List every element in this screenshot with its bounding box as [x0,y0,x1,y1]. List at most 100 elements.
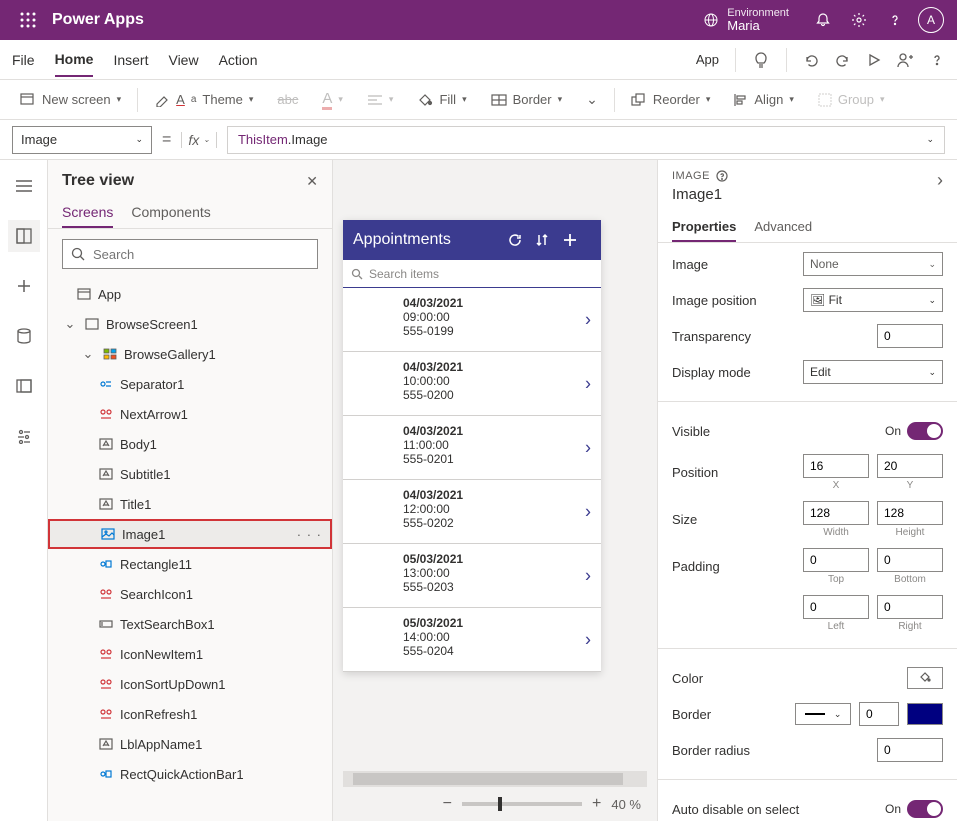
expand-toolbar-icon[interactable]: ⌄ [578,87,606,112]
undo-icon[interactable] [803,52,819,68]
tab-screens[interactable]: Screens [62,198,113,228]
tree-node-title1[interactable]: Title1 [48,489,332,519]
tree-node-nextarrow1[interactable]: NextArrow1 [48,399,332,429]
fx-icon[interactable]: fx⌄ [181,132,217,148]
padding-top-input[interactable] [803,548,869,572]
padding-left-input[interactable] [803,595,869,619]
list-item[interactable]: 05/03/202113:00:00555-0203› [343,544,601,608]
sort-icon[interactable] [535,233,563,247]
search-items-input[interactable]: Search items [343,260,601,288]
chevron-down-icon[interactable]: ⌄ [80,346,96,362]
tree-search[interactable] [62,239,318,269]
environment-picker[interactable]: Environment Maria [687,7,805,33]
chevron-down-icon[interactable]: ⌄ [62,316,78,332]
tree-node-iconnewitem1[interactable]: IconNewItem1 [48,639,332,669]
menu-file[interactable]: File [12,44,35,76]
width-input[interactable] [803,501,869,525]
visible-toggle[interactable] [907,422,943,440]
more-icon[interactable]: · · · [297,527,322,542]
tree-node-searchicon1[interactable]: SearchIcon1 [48,579,332,609]
align-button[interactable]: Align▾ [726,88,801,111]
border-width-input[interactable] [859,702,899,726]
data-icon[interactable] [8,320,40,352]
tools-icon[interactable] [8,420,40,452]
list-item[interactable]: 04/03/202109:00:00555-0199› [343,288,601,352]
avatar[interactable]: A [913,0,949,40]
display-mode-select[interactable]: Edit⌄ [803,360,943,384]
tree-node-rectquickactionbar1[interactable]: RectQuickActionBar1 [48,759,332,789]
tree-view-icon[interactable] [8,220,40,252]
menu-action[interactable]: Action [219,44,258,76]
new-screen-button[interactable]: New screen▾ [12,88,129,111]
chevron-right-icon[interactable]: › [937,170,943,191]
tree-node-app[interactable]: App [48,279,332,309]
checker-icon[interactable] [752,51,770,69]
chevron-right-icon[interactable]: › [585,629,591,650]
chevron-right-icon[interactable]: › [585,309,591,330]
tree-node-textsearchbox1[interactable]: TextSearchBox1 [48,609,332,639]
theme-button[interactable]: Aa Theme▾ [146,88,261,111]
reorder-button[interactable]: Reorder▾ [623,88,719,111]
border-button[interactable]: Border▾ [483,88,571,111]
chevron-right-icon[interactable]: › [585,565,591,586]
position-x-input[interactable] [803,454,869,478]
share-icon[interactable] [897,52,913,68]
tab-properties[interactable]: Properties [672,215,736,242]
border-color-swatch[interactable] [907,703,943,725]
insert-icon[interactable] [8,270,40,302]
padding-bottom-input[interactable] [877,548,943,572]
autodisable-toggle[interactable] [907,800,943,818]
app-button[interactable]: App [696,52,719,67]
menu-view[interactable]: View [168,44,198,76]
border-style-select[interactable]: ⌄ [795,703,851,725]
list-item[interactable]: 04/03/202110:00:00555-0200› [343,352,601,416]
transparency-input[interactable] [877,324,943,348]
waffle-icon[interactable] [8,12,48,28]
border-radius-input[interactable] [877,738,943,762]
tab-components[interactable]: Components [131,198,210,228]
chevron-right-icon[interactable]: › [585,437,591,458]
horizontal-scrollbar[interactable] [343,771,647,787]
tree-node-iconrefresh1[interactable]: IconRefresh1 [48,699,332,729]
zoom-out-button[interactable]: − [443,795,452,813]
settings-icon[interactable] [841,0,877,40]
add-icon[interactable] [563,233,591,247]
app-preview[interactable]: Appointments Search items 04/03/202109:0… [343,220,601,672]
tree-node-rectangle11[interactable]: Rectangle11 [48,549,332,579]
hamburger-icon[interactable] [8,170,40,202]
zoom-in-button[interactable]: + [592,795,601,813]
chevron-right-icon[interactable]: › [585,373,591,394]
zoom-slider[interactable] [462,802,582,806]
position-y-input[interactable] [877,454,943,478]
list-item[interactable]: 05/03/202114:00:00555-0204› [343,608,601,672]
search-input[interactable] [93,247,309,262]
color-picker[interactable] [907,667,943,689]
padding-right-input[interactable] [877,595,943,619]
tree-node-browsescreen1[interactable]: ⌄BrowseScreen1 [48,309,332,339]
tree-node-body1[interactable]: Body1 [48,429,332,459]
image-position-select[interactable]: 🖼 Fit⌄ [803,288,943,312]
list-item[interactable]: 04/03/202112:00:00555-0202› [343,480,601,544]
close-icon[interactable]: ✕ [306,173,318,190]
play-icon[interactable] [867,53,881,67]
property-selector[interactable]: Image⌄ [12,126,152,154]
menu-help-icon[interactable] [929,52,945,68]
help-icon[interactable] [877,0,913,40]
fill-button[interactable]: Fill▾ [409,88,474,111]
image-select[interactable]: None⌄ [803,252,943,276]
menu-insert[interactable]: Insert [113,44,148,76]
formula-input[interactable]: ThisItem.Image ⌄ [227,126,945,154]
notifications-icon[interactable] [805,0,841,40]
tree-node-image1[interactable]: Image1· · · [48,519,332,549]
tab-advanced[interactable]: Advanced [754,215,812,242]
tree-node-iconsortupdown1[interactable]: IconSortUpDown1 [48,669,332,699]
tree-node-browsegallery1[interactable]: ⌄BrowseGallery1 [48,339,332,369]
redo-icon[interactable] [835,52,851,68]
tree-node-separator1[interactable]: Separator1 [48,369,332,399]
tree-node-subtitle1[interactable]: Subtitle1 [48,459,332,489]
menu-home[interactable]: Home [55,43,94,77]
list-item[interactable]: 04/03/202111:00:00555-0201› [343,416,601,480]
chevron-right-icon[interactable]: › [585,501,591,522]
tree-node-lblappname1[interactable]: LblAppName1 [48,729,332,759]
refresh-icon[interactable] [507,232,535,248]
